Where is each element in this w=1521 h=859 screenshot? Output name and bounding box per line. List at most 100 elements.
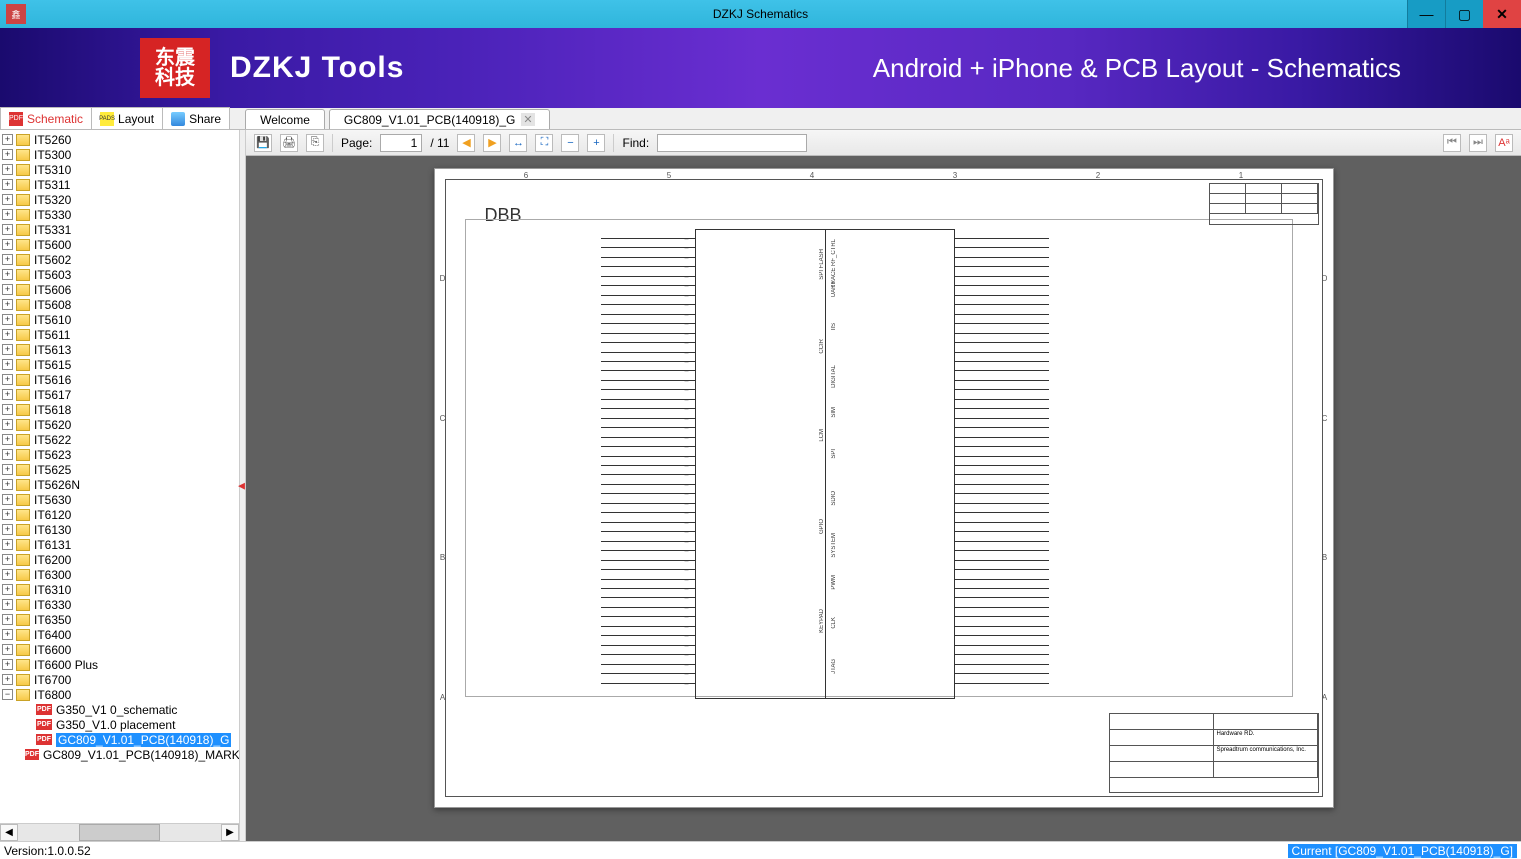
expand-icon[interactable]: + xyxy=(2,524,13,535)
expand-icon[interactable]: + xyxy=(2,254,13,265)
expand-icon[interactable]: + xyxy=(2,239,13,250)
tree-folder[interactable]: +IT5606 xyxy=(2,282,239,297)
doc-tab-current[interactable]: GC809_V1.01_PCB(140918)_G ✕ xyxy=(329,109,550,129)
tree-folder[interactable]: +IT5616 xyxy=(2,372,239,387)
tree-folder[interactable]: +IT5611 xyxy=(2,327,239,342)
zoom-out-button[interactable]: − xyxy=(561,134,579,152)
tree-folder[interactable]: +IT5300 xyxy=(2,147,239,162)
tree-file[interactable]: PDFG350_V1 0_schematic xyxy=(2,702,239,717)
tree-folder[interactable]: +IT5608 xyxy=(2,297,239,312)
fit-page-button[interactable]: ⛶ xyxy=(535,134,553,152)
expand-icon[interactable]: + xyxy=(2,509,13,520)
expand-icon[interactable]: + xyxy=(2,209,13,220)
tree-folder[interactable]: +IT5330 xyxy=(2,207,239,222)
expand-icon[interactable]: + xyxy=(2,344,13,355)
tree-folder[interactable]: +IT6300 xyxy=(2,567,239,582)
tree-folder-expanded[interactable]: −IT6800 xyxy=(2,687,239,702)
expand-icon[interactable]: + xyxy=(2,329,13,340)
highlight-button[interactable]: Aᵃ xyxy=(1495,134,1513,152)
expand-icon[interactable]: + xyxy=(2,374,13,385)
window-minimize-button[interactable]: — xyxy=(1407,0,1445,28)
sidebar-tab-layout[interactable]: PADS Layout xyxy=(91,107,163,129)
expand-icon[interactable]: + xyxy=(2,299,13,310)
sidebar-tab-schematic[interactable]: PDF Schematic xyxy=(0,107,92,129)
print-button[interactable]: 🖨 xyxy=(280,134,298,152)
tree-folder[interactable]: +IT5626N xyxy=(2,477,239,492)
tree-folder[interactable]: +IT5600 xyxy=(2,237,239,252)
expand-icon[interactable]: + xyxy=(2,314,13,325)
scroll-left-button[interactable]: ◀ xyxy=(0,824,18,841)
tree-folder[interactable]: +IT6350 xyxy=(2,612,239,627)
tree-folder[interactable]: +IT5615 xyxy=(2,357,239,372)
tree-folder[interactable]: +IT5630 xyxy=(2,492,239,507)
tree-horizontal-scrollbar[interactable]: ◀ ▶ xyxy=(0,823,239,841)
expand-icon[interactable]: + xyxy=(2,194,13,205)
expand-icon[interactable]: + xyxy=(2,419,13,430)
tree-folder[interactable]: +IT5310 xyxy=(2,162,239,177)
tree-folder[interactable]: +IT5331 xyxy=(2,222,239,237)
expand-icon[interactable]: + xyxy=(2,269,13,280)
expand-icon[interactable]: + xyxy=(2,554,13,565)
tree-folder[interactable]: +IT5320 xyxy=(2,192,239,207)
file-tree[interactable]: +IT5260+IT5300+IT5310+IT5311+IT5320+IT53… xyxy=(0,130,239,823)
find-prev-button[interactable]: ⏮ xyxy=(1443,134,1461,152)
tree-folder[interactable]: +IT6200 xyxy=(2,552,239,567)
scroll-thumb[interactable] xyxy=(79,824,160,841)
expand-icon[interactable]: + xyxy=(2,284,13,295)
expand-icon[interactable]: + xyxy=(2,179,13,190)
tree-folder[interactable]: +IT5603 xyxy=(2,267,239,282)
page-number-input[interactable] xyxy=(380,134,422,152)
viewer-canvas[interactable]: 654321 DCBA DCBA DBB ———————————————————… xyxy=(246,156,1521,841)
scroll-track[interactable] xyxy=(18,824,221,841)
tab-close-icon[interactable]: ✕ xyxy=(521,113,534,126)
tree-folder[interactable]: +IT6330 xyxy=(2,597,239,612)
tree-folder[interactable]: +IT5625 xyxy=(2,462,239,477)
expand-icon[interactable]: + xyxy=(2,134,13,145)
expand-icon[interactable]: + xyxy=(2,404,13,415)
expand-icon[interactable]: + xyxy=(2,539,13,550)
tree-folder[interactable]: +IT6120 xyxy=(2,507,239,522)
expand-icon[interactable]: + xyxy=(2,389,13,400)
expand-icon[interactable]: + xyxy=(2,644,13,655)
expand-icon[interactable]: + xyxy=(2,584,13,595)
tree-folder[interactable]: +IT5311 xyxy=(2,177,239,192)
tree-folder[interactable]: +IT5622 xyxy=(2,432,239,447)
expand-icon[interactable]: + xyxy=(2,164,13,175)
expand-icon[interactable]: + xyxy=(2,494,13,505)
fit-width-button[interactable]: ↔ xyxy=(509,134,527,152)
zoom-in-button[interactable]: + xyxy=(587,134,605,152)
find-next-button[interactable]: ⏭ xyxy=(1469,134,1487,152)
tree-folder[interactable]: +IT6600 xyxy=(2,642,239,657)
find-input[interactable] xyxy=(657,134,807,152)
expand-icon[interactable]: + xyxy=(2,659,13,670)
expand-icon[interactable]: + xyxy=(2,674,13,685)
page-next-button[interactable]: ▶ xyxy=(483,134,501,152)
tree-file[interactable]: PDFG350_V1.0 placement xyxy=(2,717,239,732)
window-maximize-button[interactable]: ▢ xyxy=(1445,0,1483,28)
tree-folder[interactable]: +IT6700 xyxy=(2,672,239,687)
expand-icon[interactable]: + xyxy=(2,629,13,640)
tree-folder[interactable]: +IT5260 xyxy=(2,132,239,147)
expand-icon[interactable]: + xyxy=(2,224,13,235)
save-button[interactable]: 💾 xyxy=(254,134,272,152)
tree-folder[interactable]: +IT6130 xyxy=(2,522,239,537)
window-close-button[interactable]: ✕ xyxy=(1483,0,1521,28)
expand-icon[interactable]: + xyxy=(2,479,13,490)
tree-file[interactable]: PDFGC809_V1.01_PCB(140918)_MARK xyxy=(2,747,239,762)
tree-folder[interactable]: +IT5620 xyxy=(2,417,239,432)
expand-icon[interactable]: + xyxy=(2,614,13,625)
expand-icon[interactable]: + xyxy=(2,569,13,580)
tree-folder[interactable]: +IT5602 xyxy=(2,252,239,267)
expand-icon[interactable]: + xyxy=(2,599,13,610)
expand-icon[interactable]: + xyxy=(2,449,13,460)
sidebar-tab-share[interactable]: Share xyxy=(162,107,230,129)
page-prev-button[interactable]: ◀ xyxy=(457,134,475,152)
tree-folder[interactable]: +IT5623 xyxy=(2,447,239,462)
tree-folder[interactable]: +IT5613 xyxy=(2,342,239,357)
expand-icon[interactable]: + xyxy=(2,434,13,445)
copy-button[interactable]: ⎘ xyxy=(306,134,324,152)
tree-folder[interactable]: +IT6400 xyxy=(2,627,239,642)
tree-folder[interactable]: +IT6310 xyxy=(2,582,239,597)
tree-folder[interactable]: +IT6131 xyxy=(2,537,239,552)
tree-folder[interactable]: +IT5618 xyxy=(2,402,239,417)
